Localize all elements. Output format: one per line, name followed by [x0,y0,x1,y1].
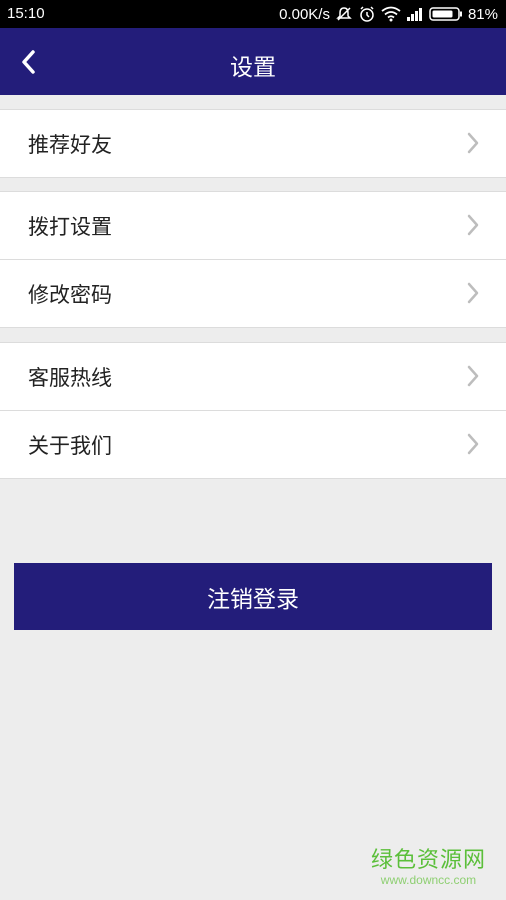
chevron-right-icon [467,214,479,236]
watermark-name: 绿色资源网 [370,848,486,873]
chevron-right-icon [467,132,479,154]
watermark: 绿色资源网 www.downcc.com [370,848,486,888]
menu-item-label: 客服热线 [28,365,112,390]
chevron-right-icon [467,365,479,387]
battery-icon [429,7,463,21]
chevron-right-icon [467,433,479,455]
menu-item-label: 修改密码 [28,282,112,307]
settings-group-1: 推荐好友 [0,109,506,178]
net-speed: 0.00K/s [279,5,330,23]
signal-icon [406,7,424,21]
menu-item-label: 关于我们 [28,433,112,458]
battery-percent: 81% [467,5,498,23]
status-time: 15:10 [7,5,45,22]
menu-item-label: 拨打设置 [28,214,112,239]
alarm-icon [358,5,376,23]
menu-item-dial-settings[interactable]: 拨打设置 [0,192,506,259]
settings-group-2: 拨打设置 修改密码 [0,191,506,328]
chevron-right-icon [467,282,479,304]
settings-group-3: 客服热线 关于我们 [0,342,506,479]
silent-icon [335,5,353,23]
menu-item-recommend-friends[interactable]: 推荐好友 [0,110,506,177]
menu-item-about-us[interactable]: 关于我们 [0,410,506,478]
status-bar: 15:10 0.00K/s 81% [0,0,506,28]
title-bar: 设置 [0,28,506,95]
status-right: 0.00K/s 81% [279,5,498,23]
menu-item-customer-hotline[interactable]: 客服热线 [0,343,506,410]
logout-button[interactable]: 注销登录 [14,563,492,630]
menu-item-change-password[interactable]: 修改密码 [0,259,506,327]
page-title: 设置 [230,55,276,81]
menu-item-label: 推荐好友 [28,132,112,157]
wifi-icon [381,6,401,22]
watermark-url: www.downcc.com [380,873,477,887]
